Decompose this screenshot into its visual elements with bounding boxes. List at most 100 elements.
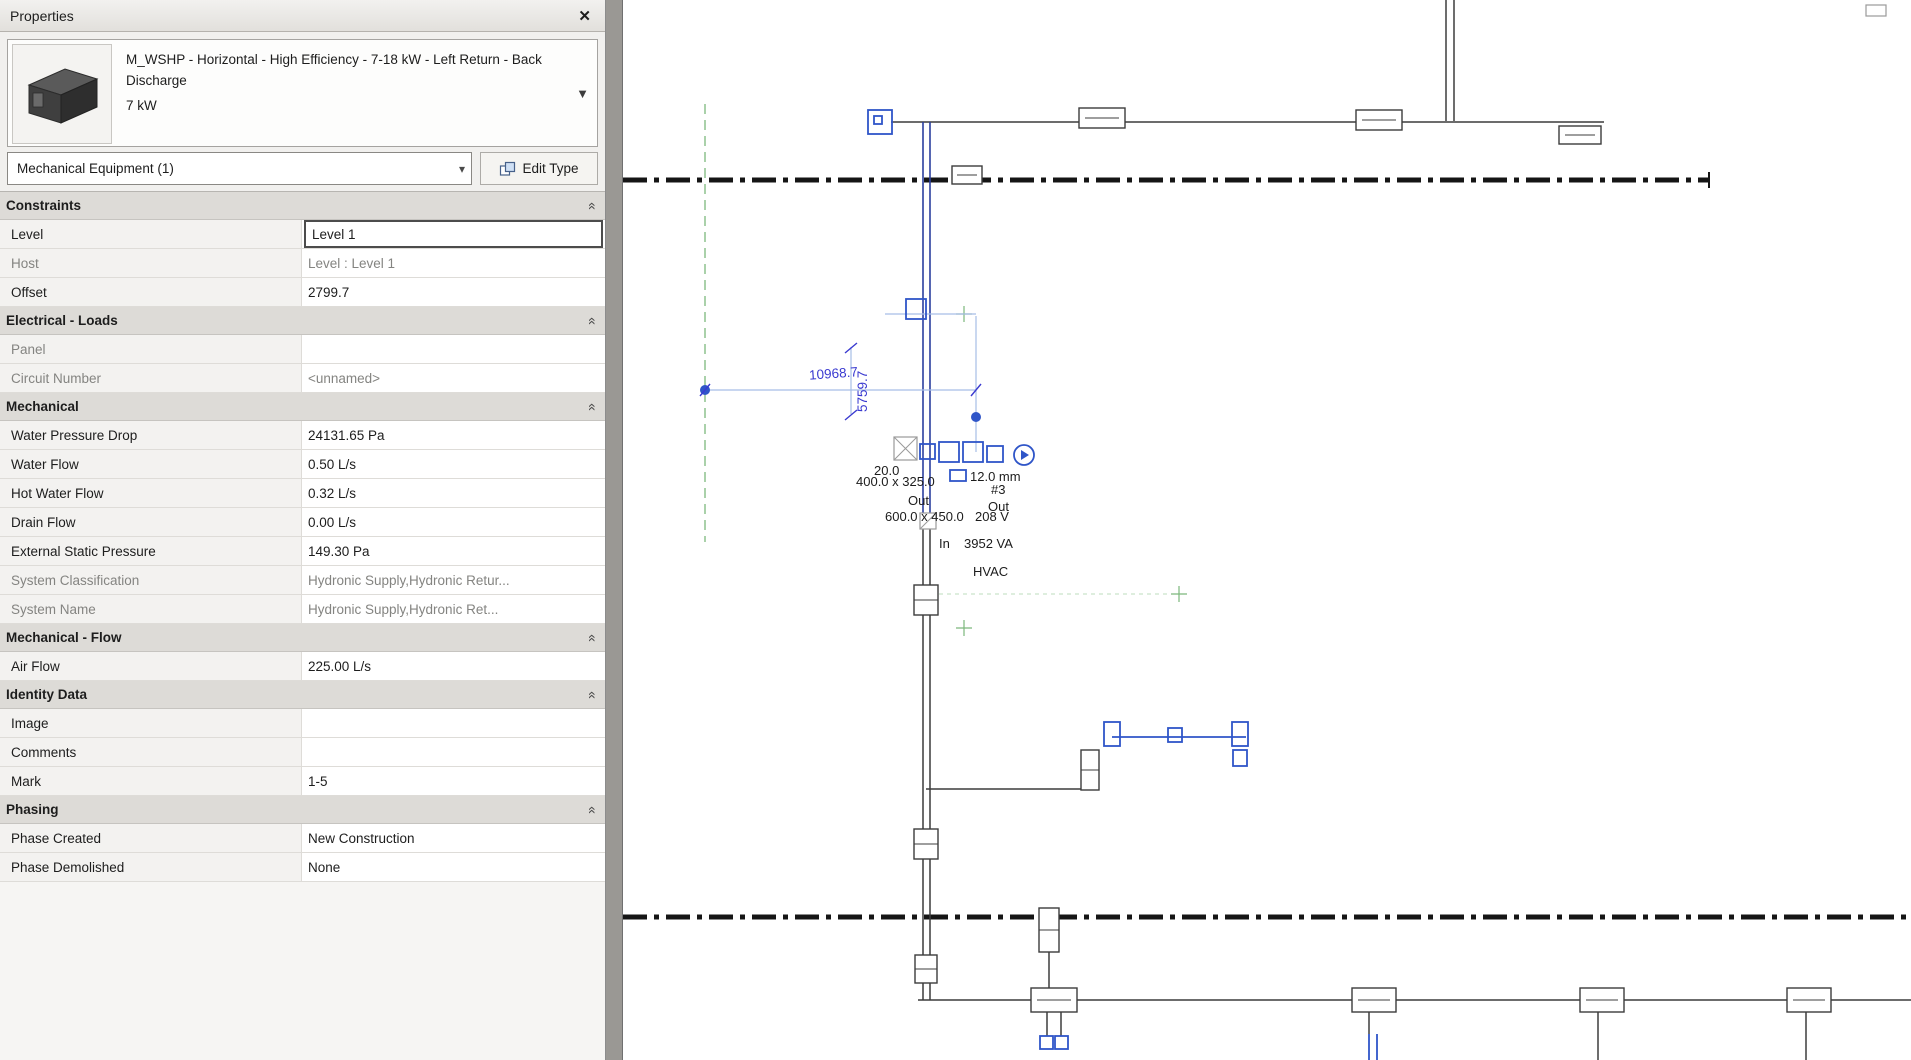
property-row-image: Image bbox=[0, 709, 605, 738]
combo-chevron-icon: ▾ bbox=[453, 162, 465, 176]
property-label: Air Flow bbox=[0, 652, 302, 680]
level-value-editor[interactable]: Level 1 bbox=[304, 220, 603, 248]
properties-palette: Properties ✕ M_WSHP - Horizontal - High … bbox=[0, 0, 606, 1060]
property-row-comments: Comments bbox=[0, 738, 605, 767]
property-label: External Static Pressure bbox=[0, 537, 302, 565]
section-header-phasing[interactable]: Phasing « bbox=[0, 796, 605, 824]
drawing-linework bbox=[623, 0, 1911, 1060]
property-value[interactable] bbox=[302, 738, 605, 766]
type-selector[interactable]: M_WSHP - Horizontal - High Efficiency - … bbox=[7, 39, 598, 147]
property-label: Water Pressure Drop bbox=[0, 421, 302, 449]
property-value[interactable]: 0.32 L/s bbox=[302, 479, 605, 507]
collapse-chevron-icon[interactable]: « bbox=[585, 403, 601, 411]
property-value[interactable]: 1-5 bbox=[302, 767, 605, 795]
property-row-water-flow: Water Flow 0.50 L/s bbox=[0, 450, 605, 479]
section-title: Electrical - Loads bbox=[6, 313, 589, 328]
property-label: Drain Flow bbox=[0, 508, 302, 536]
selection-filter-combo[interactable]: Mechanical Equipment (1) ▾ bbox=[7, 152, 472, 185]
property-label: Host bbox=[0, 249, 302, 277]
property-label: Circuit Number bbox=[0, 364, 302, 392]
duct-size-tag[interactable]: 400.0 x 325.0 bbox=[856, 474, 935, 489]
section-header-mechanical[interactable]: Mechanical « bbox=[0, 393, 605, 421]
property-value[interactable]: New Construction bbox=[302, 824, 605, 852]
family-thumbnail bbox=[12, 44, 112, 144]
section-header-identity-data[interactable]: Identity Data « bbox=[0, 681, 605, 709]
property-value: Hydronic Supply,Hydronic Ret... bbox=[302, 595, 605, 623]
property-label: Hot Water Flow bbox=[0, 479, 302, 507]
property-row-mark: Mark 1-5 bbox=[0, 767, 605, 796]
property-row-air-flow: Air Flow 225.00 L/s bbox=[0, 652, 605, 681]
electrical-load-tag[interactable]: 3952 VA bbox=[964, 536, 1013, 551]
palette-titlebar[interactable]: Properties ✕ bbox=[0, 0, 605, 32]
property-row-level: Level Level 1 bbox=[0, 220, 605, 249]
collapse-chevron-icon[interactable]: « bbox=[585, 317, 601, 325]
property-row-hot-water-flow: Hot Water Flow 0.32 L/s bbox=[0, 479, 605, 508]
property-value: <unnamed> bbox=[302, 364, 605, 392]
property-value[interactable] bbox=[302, 709, 605, 737]
property-label: Phase Created bbox=[0, 824, 302, 852]
selection-filter-label: Mechanical Equipment (1) bbox=[17, 161, 453, 176]
property-row-system-classification: System Classification Hydronic Supply,Hy… bbox=[0, 566, 605, 595]
property-value[interactable]: 225.00 L/s bbox=[302, 652, 605, 680]
type-name: 7 kW bbox=[126, 96, 571, 117]
property-row-host: Host Level : Level 1 bbox=[0, 249, 605, 278]
section-title: Phasing bbox=[6, 802, 589, 817]
edit-type-icon bbox=[499, 161, 516, 177]
property-label: Panel bbox=[0, 335, 302, 363]
property-row-circuit-number: Circuit Number <unnamed> bbox=[0, 364, 605, 393]
property-label: Offset bbox=[0, 278, 302, 306]
dimension-text-vertical[interactable]: 5759.7 bbox=[855, 371, 870, 412]
property-row-system-name: System Name Hydronic Supply,Hydronic Ret… bbox=[0, 595, 605, 624]
collapse-chevron-icon[interactable]: « bbox=[585, 634, 601, 642]
palette-title: Properties bbox=[10, 8, 574, 24]
section-title: Mechanical bbox=[6, 399, 589, 414]
collapse-chevron-icon[interactable]: « bbox=[585, 202, 601, 210]
property-value[interactable]: None bbox=[302, 853, 605, 881]
property-label: Level bbox=[0, 220, 302, 248]
palette-empty-area bbox=[0, 882, 605, 1060]
section-title: Identity Data bbox=[6, 687, 589, 702]
family-name: M_WSHP - Horizontal - High Efficiency - … bbox=[126, 50, 571, 92]
property-label: Water Flow bbox=[0, 450, 302, 478]
voltage-tag[interactable]: 208 V bbox=[975, 509, 1009, 524]
property-label: Phase Demolished bbox=[0, 853, 302, 881]
type-description: M_WSHP - Horizontal - High Efficiency - … bbox=[116, 40, 597, 117]
section-header-constraints[interactable]: Constraints « bbox=[0, 192, 605, 220]
property-label: System Name bbox=[0, 595, 302, 623]
property-value[interactable]: 24131.65 Pa bbox=[302, 421, 605, 449]
property-row-offset: Offset 2799.7 bbox=[0, 278, 605, 307]
property-value: Level : Level 1 bbox=[302, 249, 605, 277]
property-label: Comments bbox=[0, 738, 302, 766]
connector-in-label[interactable]: In bbox=[939, 536, 950, 551]
property-value bbox=[302, 335, 605, 363]
revit-app-window: Properties ✕ M_WSHP - Horizontal - High … bbox=[0, 0, 1911, 1060]
collapse-chevron-icon[interactable]: « bbox=[585, 691, 601, 699]
property-value[interactable]: 0.00 L/s bbox=[302, 508, 605, 536]
property-value[interactable]: 0.50 L/s bbox=[302, 450, 605, 478]
property-label: Image bbox=[0, 709, 302, 737]
edit-type-label: Edit Type bbox=[522, 161, 578, 176]
edit-type-button[interactable]: Edit Type bbox=[480, 152, 598, 185]
section-header-mechanical-flow[interactable]: Mechanical - Flow « bbox=[0, 624, 605, 652]
property-value: Hydronic Supply,Hydronic Retur... bbox=[302, 566, 605, 594]
property-row-external-static-pressure: External Static Pressure 149.30 Pa bbox=[0, 537, 605, 566]
property-row-water-pressure-drop: Water Pressure Drop 24131.65 Pa bbox=[0, 421, 605, 450]
drawing-area[interactable]: 10968.7 5759.7 20.0 400.0 x 325.0 12.0 m… bbox=[622, 0, 1911, 1060]
system-tag[interactable]: HVAC bbox=[973, 564, 1008, 579]
section-header-electrical-loads[interactable]: Electrical - Loads « bbox=[0, 307, 605, 335]
equipment-number-tag[interactable]: #3 bbox=[991, 482, 1005, 497]
panel-canvas-divider[interactable] bbox=[606, 0, 622, 1060]
property-row-phase-created: Phase Created New Construction bbox=[0, 824, 605, 853]
wshp-unit-image bbox=[13, 45, 109, 141]
property-value[interactable]: 149.30 Pa bbox=[302, 537, 605, 565]
close-icon[interactable]: ✕ bbox=[574, 7, 595, 25]
section-title: Mechanical - Flow bbox=[6, 630, 589, 645]
collapse-chevron-icon[interactable]: « bbox=[585, 806, 601, 814]
connector-out-label[interactable]: Out bbox=[908, 493, 929, 508]
property-row-phase-demolished: Phase Demolished None bbox=[0, 853, 605, 882]
duct-size-tag[interactable]: 600.0 x 450.0 bbox=[885, 509, 964, 524]
chevron-down-icon[interactable]: ▼ bbox=[576, 86, 589, 101]
section-title: Constraints bbox=[6, 198, 589, 213]
selection-filter-row: Mechanical Equipment (1) ▾ Edit Type bbox=[7, 152, 598, 185]
property-value[interactable]: 2799.7 bbox=[302, 278, 605, 306]
